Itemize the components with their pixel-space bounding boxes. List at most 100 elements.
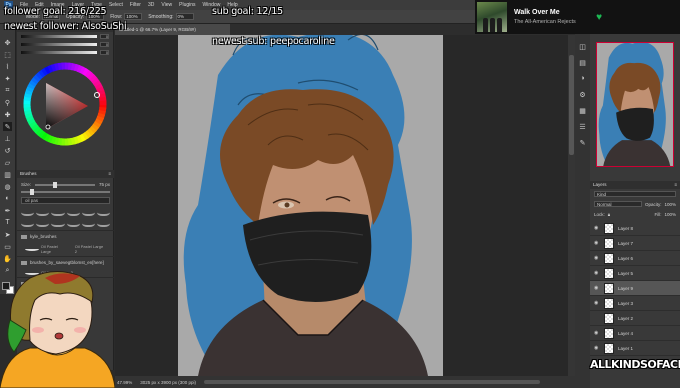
slider-track[interactable] <box>21 51 97 54</box>
brush-size-row[interactable]: Size: 75 px <box>21 181 110 188</box>
lasso-tool-icon[interactable]: ⌇ <box>3 62 12 71</box>
panel-menu-icon[interactable]: ≡ <box>674 181 677 189</box>
brush-preset[interactable] <box>51 207 65 216</box>
layer-row[interactable]: Layer 2 <box>590 311 680 326</box>
brush-folder[interactable]: brushes_by_saevegtblomst_en[here] <box>17 256 114 268</box>
menu-filter[interactable]: Filter <box>130 2 141 8</box>
swatches-icon[interactable]: ▦ <box>578 106 587 115</box>
history-brush-icon[interactable]: ↺ <box>3 146 12 155</box>
layer-row[interactable]: ◉ Layer 5 <box>590 266 680 281</box>
artwork-canvas[interactable] <box>178 35 443 376</box>
stamp-tool-icon[interactable]: ⊥ <box>3 134 12 143</box>
color-slider[interactable]: 0 <box>21 34 109 39</box>
flow-option[interactable]: Flow: 100% <box>110 13 143 20</box>
visibility-eye-icon[interactable]: ◉ <box>594 345 600 351</box>
menu-select[interactable]: Select <box>109 2 123 8</box>
crop-tool-icon[interactable]: ⌗ <box>3 86 12 95</box>
brush-preset[interactable] <box>96 207 110 216</box>
navigator-icon[interactable]: ◫ <box>578 42 587 51</box>
menu-plugins[interactable]: Plugins <box>179 2 195 8</box>
gradient-tool-icon[interactable]: ▥ <box>3 170 12 179</box>
slider-value[interactable]: 0 <box>100 34 109 39</box>
visibility-eye-icon[interactable]: ◉ <box>594 300 600 306</box>
color-slider[interactable]: 0 <box>21 42 109 47</box>
histogram-icon[interactable]: ▤ <box>578 58 587 67</box>
heart-icon[interactable]: ♥ <box>596 12 602 23</box>
layer-row[interactable]: ◉ Layer 3 <box>590 296 680 311</box>
shape-tool-icon[interactable]: ▭ <box>3 242 12 251</box>
brush-preset[interactable] <box>21 218 35 227</box>
pen-tool-icon[interactable]: ✒ <box>3 206 12 215</box>
visibility-eye-icon[interactable]: ◉ <box>594 285 600 291</box>
horizontal-scrollbar[interactable] <box>204 380 540 384</box>
fill-value[interactable]: 100% <box>664 212 676 217</box>
navigator-preview[interactable] <box>596 42 674 167</box>
visibility-eye-icon[interactable]: ◉ <box>594 240 600 246</box>
canvas-vertical-scrollbar[interactable] <box>568 35 575 376</box>
brush-tool-icon[interactable]: ✎ <box>3 122 12 131</box>
visibility-eye-icon[interactable]: ◉ <box>594 330 600 336</box>
menu-3d[interactable]: 3D <box>148 2 154 8</box>
slider-track[interactable] <box>21 43 97 46</box>
brush-folder[interactable]: kyle_brushes <box>17 230 114 242</box>
type-tool-icon[interactable]: T <box>3 218 12 227</box>
blend-mode-select[interactable]: Normal <box>594 201 642 207</box>
layer-kind-filter[interactable]: Kind <box>594 191 676 197</box>
magic-wand-icon[interactable]: ✦ <box>3 74 12 83</box>
visibility-eye-icon[interactable]: ◉ <box>594 255 600 261</box>
layer-row[interactable]: ◉ Layer 1 <box>590 341 680 356</box>
brush-hardness-slider[interactable] <box>21 189 110 195</box>
brush-size-value[interactable]: 75 px <box>99 182 110 187</box>
brush-hardness-row[interactable] <box>21 189 110 195</box>
brush-preset[interactable] <box>81 207 95 216</box>
hand-tool-icon[interactable]: ✋ <box>3 254 12 263</box>
brush-preset[interactable] <box>51 218 65 227</box>
blur-tool-icon[interactable]: ◍ <box>3 182 12 191</box>
brush-size-slider[interactable] <box>35 181 95 188</box>
slider-track[interactable] <box>21 35 97 38</box>
healing-brush-icon[interactable]: ✚ <box>3 110 12 119</box>
color-slider[interactable]: 0 <box>21 50 109 55</box>
flow-field[interactable]: 100% <box>124 13 143 20</box>
brush-item[interactable]: Oil Pastel Large 2 <box>75 244 106 254</box>
path-select-icon[interactable]: ➤ <box>3 230 12 239</box>
layer-row[interactable]: ◉ Layer 7 <box>590 236 680 251</box>
layer-row[interactable]: ◉ Layer 9 <box>590 281 680 296</box>
brush-preset[interactable] <box>36 207 50 216</box>
marquee-tool-icon[interactable]: ⬚ <box>3 50 12 59</box>
brush-preset[interactable] <box>81 218 95 227</box>
dodge-tool-icon[interactable]: ◐ <box>3 194 12 203</box>
scrollbar-thumb[interactable] <box>569 55 574 155</box>
brush-item[interactable]: Oil Pastel Large <box>25 244 69 254</box>
slider-value[interactable]: 0 <box>100 42 109 47</box>
paths-icon[interactable]: ✎ <box>578 138 587 147</box>
brush-search-input[interactable]: oil pas <box>21 197 110 204</box>
layer-row[interactable]: ◉ Layer 4 <box>590 326 680 341</box>
adjustments-icon[interactable]: ◑ <box>578 74 587 83</box>
layer-row[interactable]: ◉ Layer 8 <box>590 221 680 236</box>
layer-opacity-value[interactable]: 100% <box>664 202 676 207</box>
color-wheel[interactable] <box>20 59 110 149</box>
brush-preset[interactable] <box>66 218 80 227</box>
visibility-eye-icon[interactable]: ◉ <box>594 270 600 276</box>
move-tool-icon[interactable]: ✥ <box>3 38 12 47</box>
menu-view[interactable]: View <box>161 2 172 8</box>
layer-row[interactable]: ◉ Layer 6 <box>590 251 680 266</box>
slider-value[interactable]: 0 <box>100 50 109 55</box>
brushes-panel-header[interactable]: Brushes ≡ <box>17 170 114 178</box>
smoothing-option[interactable]: Smoothing: 0% <box>148 13 194 20</box>
libraries-icon[interactable]: ☰ <box>578 122 587 131</box>
brush-preset[interactable] <box>36 218 50 227</box>
zoom-level[interactable]: 47.99% <box>117 380 132 385</box>
eraser-tool-icon[interactable]: ▱ <box>3 158 12 167</box>
document-tab[interactable]: Untitled-1 @ 66.7% (Layer 9, RGB/8#) <box>115 24 230 35</box>
brush-preset[interactable] <box>66 207 80 216</box>
color-wheel-graphic[interactable] <box>20 59 110 149</box>
lock-icon[interactable]: 🔒︎ <box>608 212 610 217</box>
smoothing-field[interactable]: 0% <box>175 13 194 20</box>
canvas-area[interactable] <box>115 35 575 376</box>
eyedropper-icon[interactable]: ⚲ <box>3 98 12 107</box>
brush-preset[interactable] <box>21 207 35 216</box>
layers-panel-header[interactable]: Layers ≡ <box>590 181 680 189</box>
slider-knob[interactable] <box>29 189 34 195</box>
